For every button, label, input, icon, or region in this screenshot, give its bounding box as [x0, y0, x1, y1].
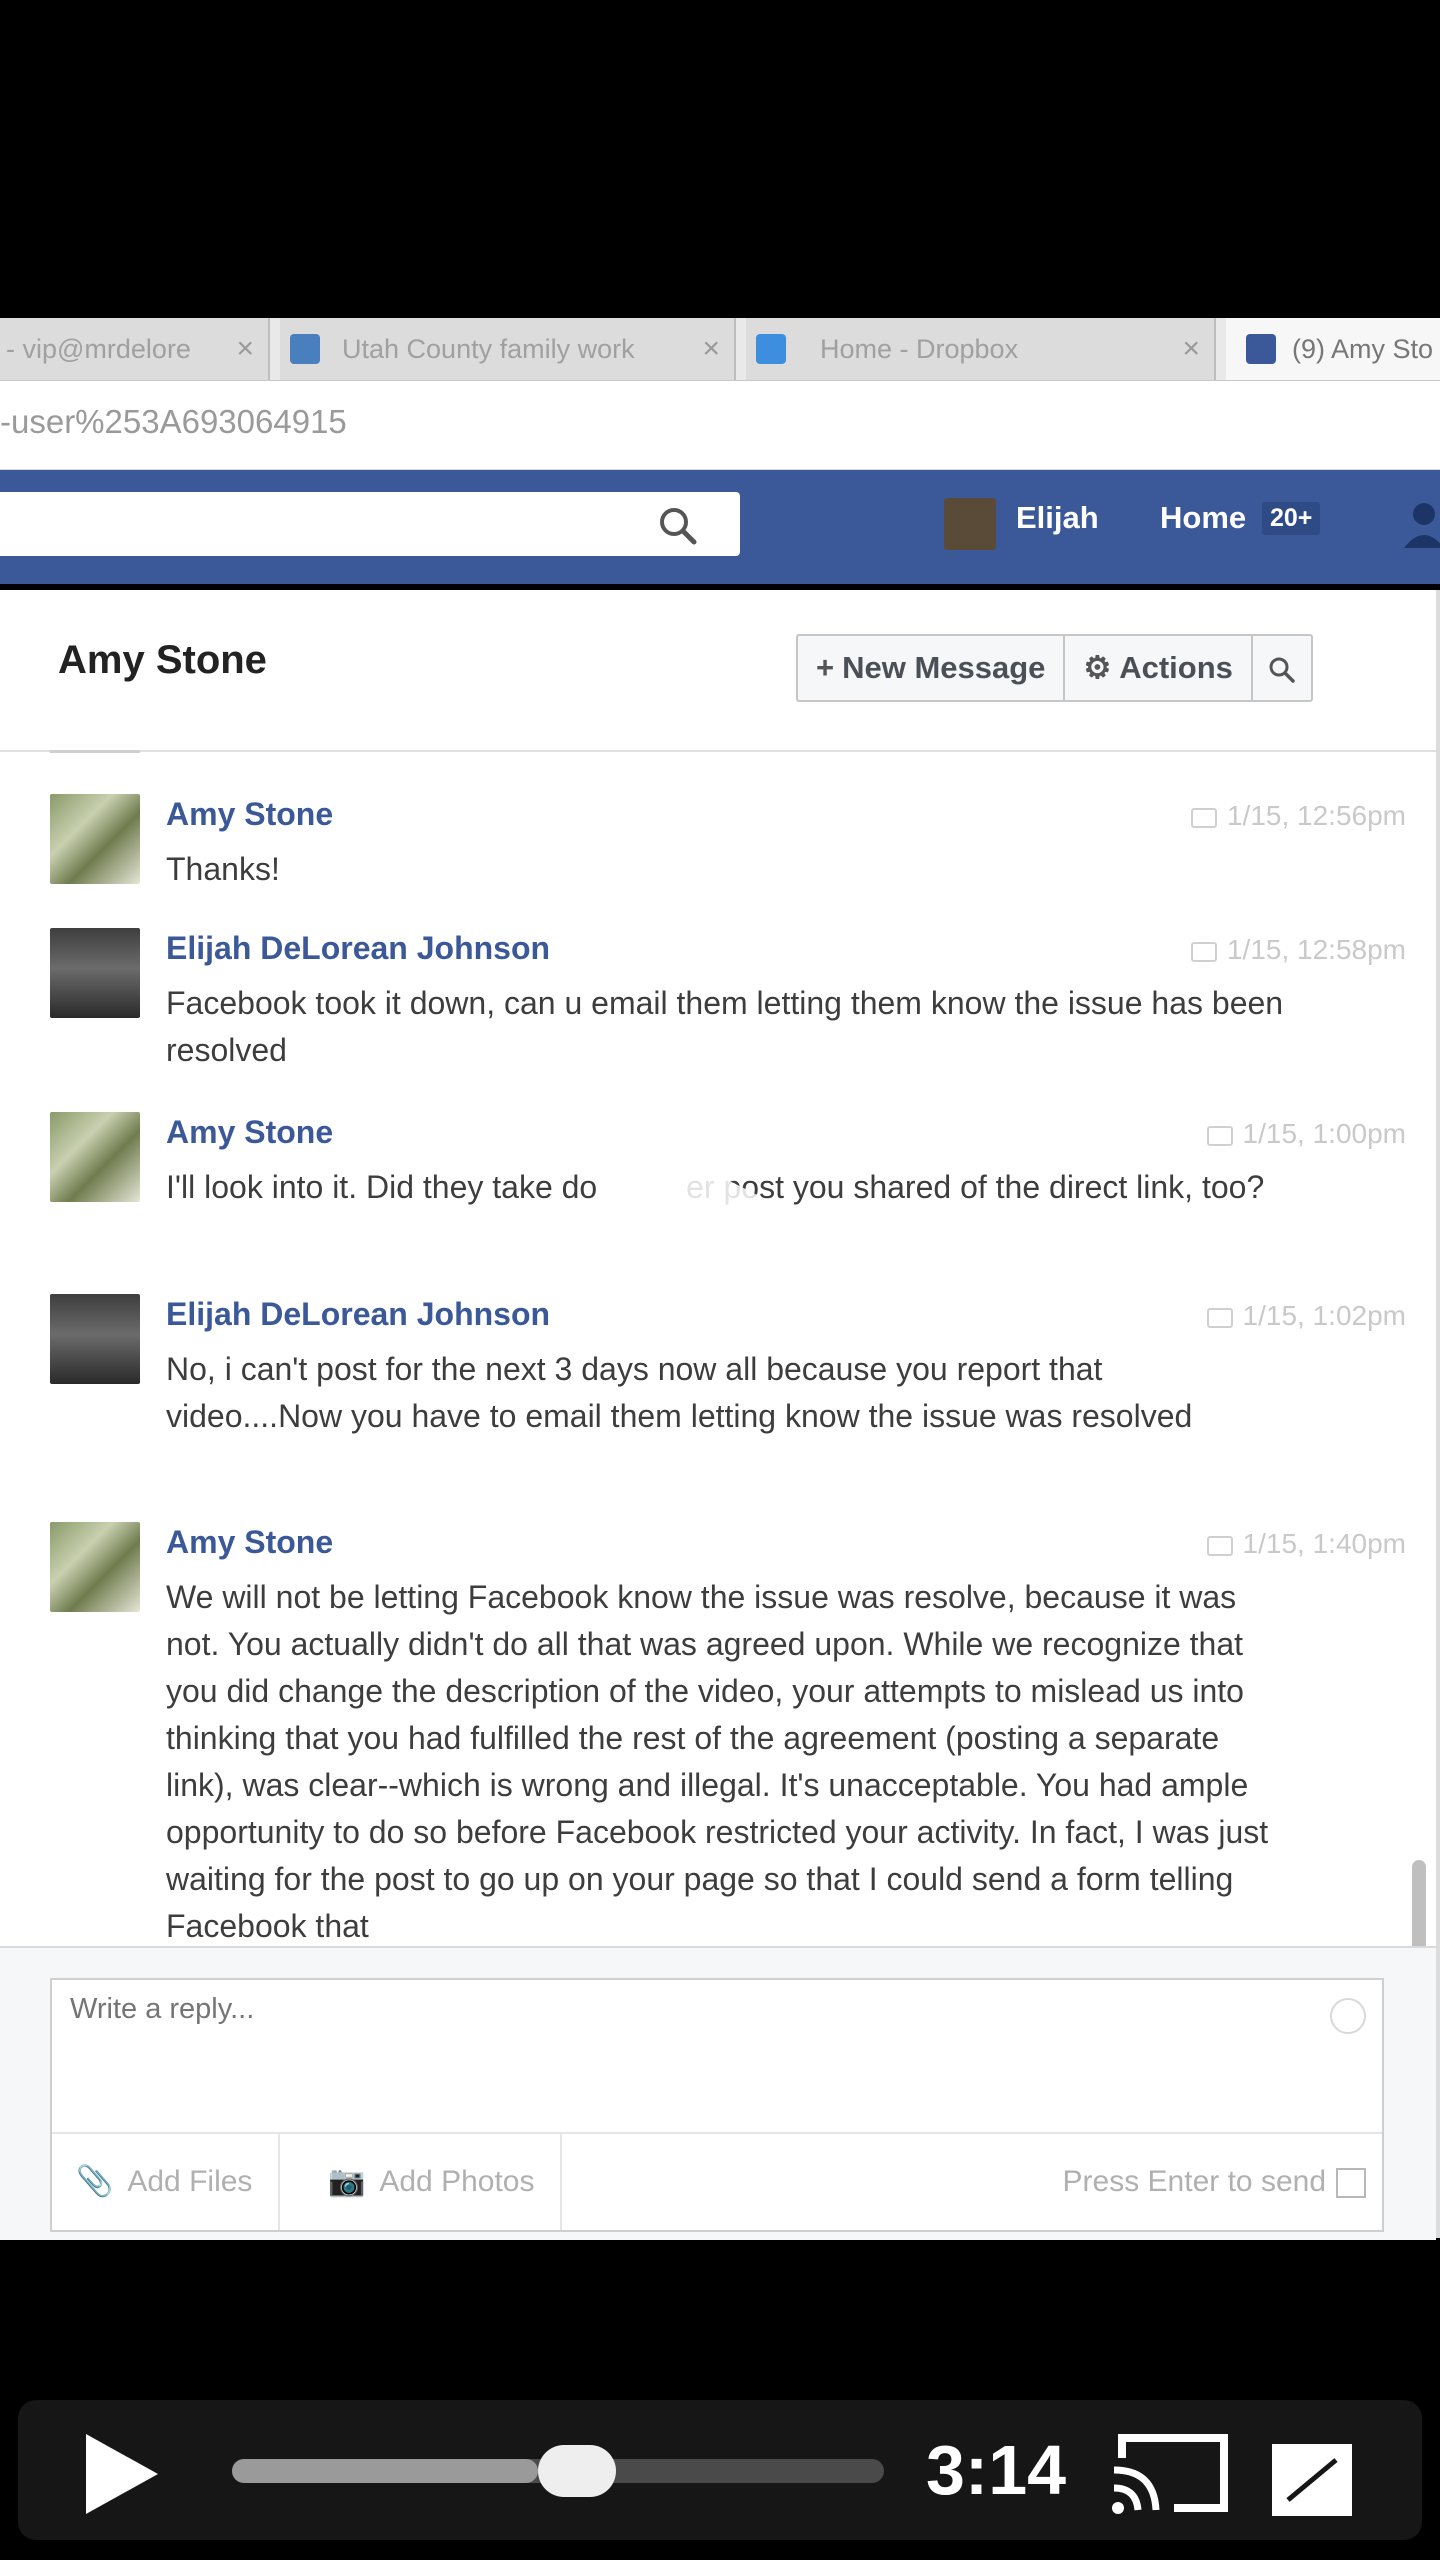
composer-area: 📎 Add Files 📷 Add Photos Press Enter to se…: [0, 1946, 1436, 2240]
new-message-button[interactable]: + New Message: [798, 636, 1066, 700]
timestamp-text: 1/15, 1:40pm: [1242, 1528, 1406, 1559]
timestamp-text: 1/15, 1:02pm: [1242, 1300, 1406, 1331]
message-timestamp: 1/15, 12:56pm: [1190, 800, 1406, 832]
facebook-search-input[interactable]: [0, 492, 740, 556]
conversation-search-button[interactable]: [1253, 636, 1311, 700]
timestamp-text: 1/15, 1:00pm: [1242, 1118, 1406, 1149]
cast-icon[interactable]: [1104, 2428, 1234, 2516]
divider: [50, 750, 140, 753]
sender-avatar[interactable]: [50, 794, 140, 884]
friend-requests-icon[interactable]: [1400, 498, 1440, 548]
sender-avatar[interactable]: [50, 1294, 140, 1384]
paperclip-icon: 📎: [76, 2165, 114, 2198]
gear-icon: ⚙: [1083, 650, 1112, 685]
search-icon: [1269, 657, 1295, 683]
add-photos-button[interactable]: 📷 Add Photos: [304, 2134, 563, 2230]
sender-name[interactable]: Elijah DeLorean Johnson: [166, 1296, 550, 1333]
browser-tab-bar: - vip@mrdelore × Utah County family work…: [0, 318, 1440, 381]
message-timestamp: 1/15, 12:58pm: [1190, 934, 1406, 966]
sender-name[interactable]: Amy Stone: [166, 1114, 333, 1151]
dropbox-icon: [756, 334, 786, 364]
message-text: Thanks!: [166, 851, 280, 887]
tab-label: Home - Dropbox: [820, 334, 1019, 364]
browser-tab-active[interactable]: (9) Amy Sto: [1226, 318, 1440, 380]
new-message-label: New Message: [842, 650, 1046, 685]
user-avatar[interactable]: [944, 498, 996, 550]
conversation-title: Amy Stone: [58, 638, 267, 682]
chat-bubble-icon: [1190, 941, 1217, 962]
plus-icon: +: [816, 650, 835, 685]
browser-tab[interactable]: - vip@mrdelore ×: [0, 318, 270, 380]
message-timestamp: 1/15, 1:40pm: [1206, 1528, 1406, 1560]
checkbox-icon[interactable]: [1336, 2168, 1366, 2199]
home-link[interactable]: Home: [1160, 500, 1246, 536]
chat-bubble-icon: [1206, 1125, 1233, 1146]
camera-icon: 📷: [328, 2165, 366, 2198]
home-count-badge: 20+: [1262, 502, 1321, 535]
message-timestamp: 1/15, 1:02pm: [1206, 1300, 1406, 1332]
facebook-favicon-icon: [1246, 334, 1276, 364]
video-controls: 3:14: [18, 2400, 1422, 2540]
sender-avatar[interactable]: [50, 928, 140, 1018]
press-enter-label: Press Enter to send: [1062, 2165, 1326, 2198]
tree-favicon-icon: [290, 334, 320, 364]
url-text: -user%253A693064915: [0, 403, 347, 440]
address-bar[interactable]: -user%253A693064915: [0, 381, 1440, 471]
sender-avatar[interactable]: [50, 1522, 140, 1612]
seek-thumb[interactable]: [538, 2445, 617, 2497]
seek-bar[interactable]: [232, 2445, 884, 2497]
timestamp-text: 1/15, 12:58pm: [1226, 934, 1406, 965]
facebook-header: Elijah Home 20+: [0, 470, 1440, 584]
browser-tab[interactable]: Home - Dropbox ×: [746, 318, 1216, 380]
add-files-button[interactable]: 📎 Add Files: [52, 2134, 281, 2230]
chat-bubble-icon: [1206, 1307, 1233, 1328]
sender-name[interactable]: Amy Stone: [166, 1524, 333, 1561]
browser-tab[interactable]: Utah County family work ×: [280, 318, 736, 380]
chat-bubble-icon: [1206, 1535, 1233, 1556]
actions-button[interactable]: ⚙ Actions: [1065, 636, 1253, 700]
chat-bubble-icon: [1190, 807, 1217, 828]
tab-label: Utah County family work: [342, 334, 635, 364]
reply-input[interactable]: [68, 1992, 1272, 2027]
sender-name[interactable]: Amy Stone: [166, 796, 333, 833]
timecode: 3:14: [926, 2431, 1067, 2509]
sender-avatar[interactable]: [50, 1112, 140, 1202]
tab-label: (9) Amy Sto: [1292, 334, 1434, 364]
close-icon[interactable]: ×: [1182, 318, 1200, 380]
video-play-overlay-icon[interactable]: [645, 1138, 783, 1278]
message-timestamp: 1/15, 1:00pm: [1206, 1118, 1406, 1150]
profile-link[interactable]: Elijah: [1016, 500, 1099, 536]
message-text: Facebook took it down, can u email them …: [166, 985, 1284, 1068]
header-button-group: + New Message ⚙ Actions: [796, 634, 1313, 702]
reply-composer: 📎 Add Files 📷 Add Photos Press Enter to se…: [50, 1978, 1384, 2232]
add-photos-label: Add Photos: [379, 2165, 535, 2198]
close-icon[interactable]: ×: [702, 318, 720, 380]
messages-panel: Amy Stone + New Message ⚙ Actions Amy Ston…: [0, 590, 1440, 2240]
search-icon[interactable]: [654, 502, 702, 550]
add-files-label: Add Files: [127, 2165, 253, 2198]
fullscreen-icon[interactable]: [1268, 2440, 1356, 2520]
timestamp-text: 1/15, 12:56pm: [1226, 800, 1406, 831]
message-thread[interactable]: Amy Stone 1/15, 12:56pm Thanks! Elijah D…: [0, 750, 1410, 1946]
sender-name[interactable]: Elijah DeLorean Johnson: [166, 930, 550, 967]
message-text: No, i can't post for the next 3 days now…: [166, 1351, 1193, 1434]
close-icon[interactable]: ×: [236, 318, 254, 380]
press-enter-toggle[interactable]: Press Enter to send: [1063, 2134, 1366, 2230]
conversation-header: Amy Stone + New Message ⚙ Actions: [0, 590, 1436, 752]
composer-footer: 📎 Add Files 📷 Add Photos Press Enter to se…: [52, 2132, 1382, 2230]
emoji-icon[interactable]: [1330, 1998, 1366, 2034]
message-text: We will not be letting Facebook know the…: [166, 1579, 1269, 1944]
seek-progress: [232, 2459, 539, 2483]
actions-label: Actions: [1119, 650, 1233, 685]
tab-label: - vip@mrdelore: [6, 334, 191, 364]
play-icon[interactable]: [86, 2434, 158, 2514]
